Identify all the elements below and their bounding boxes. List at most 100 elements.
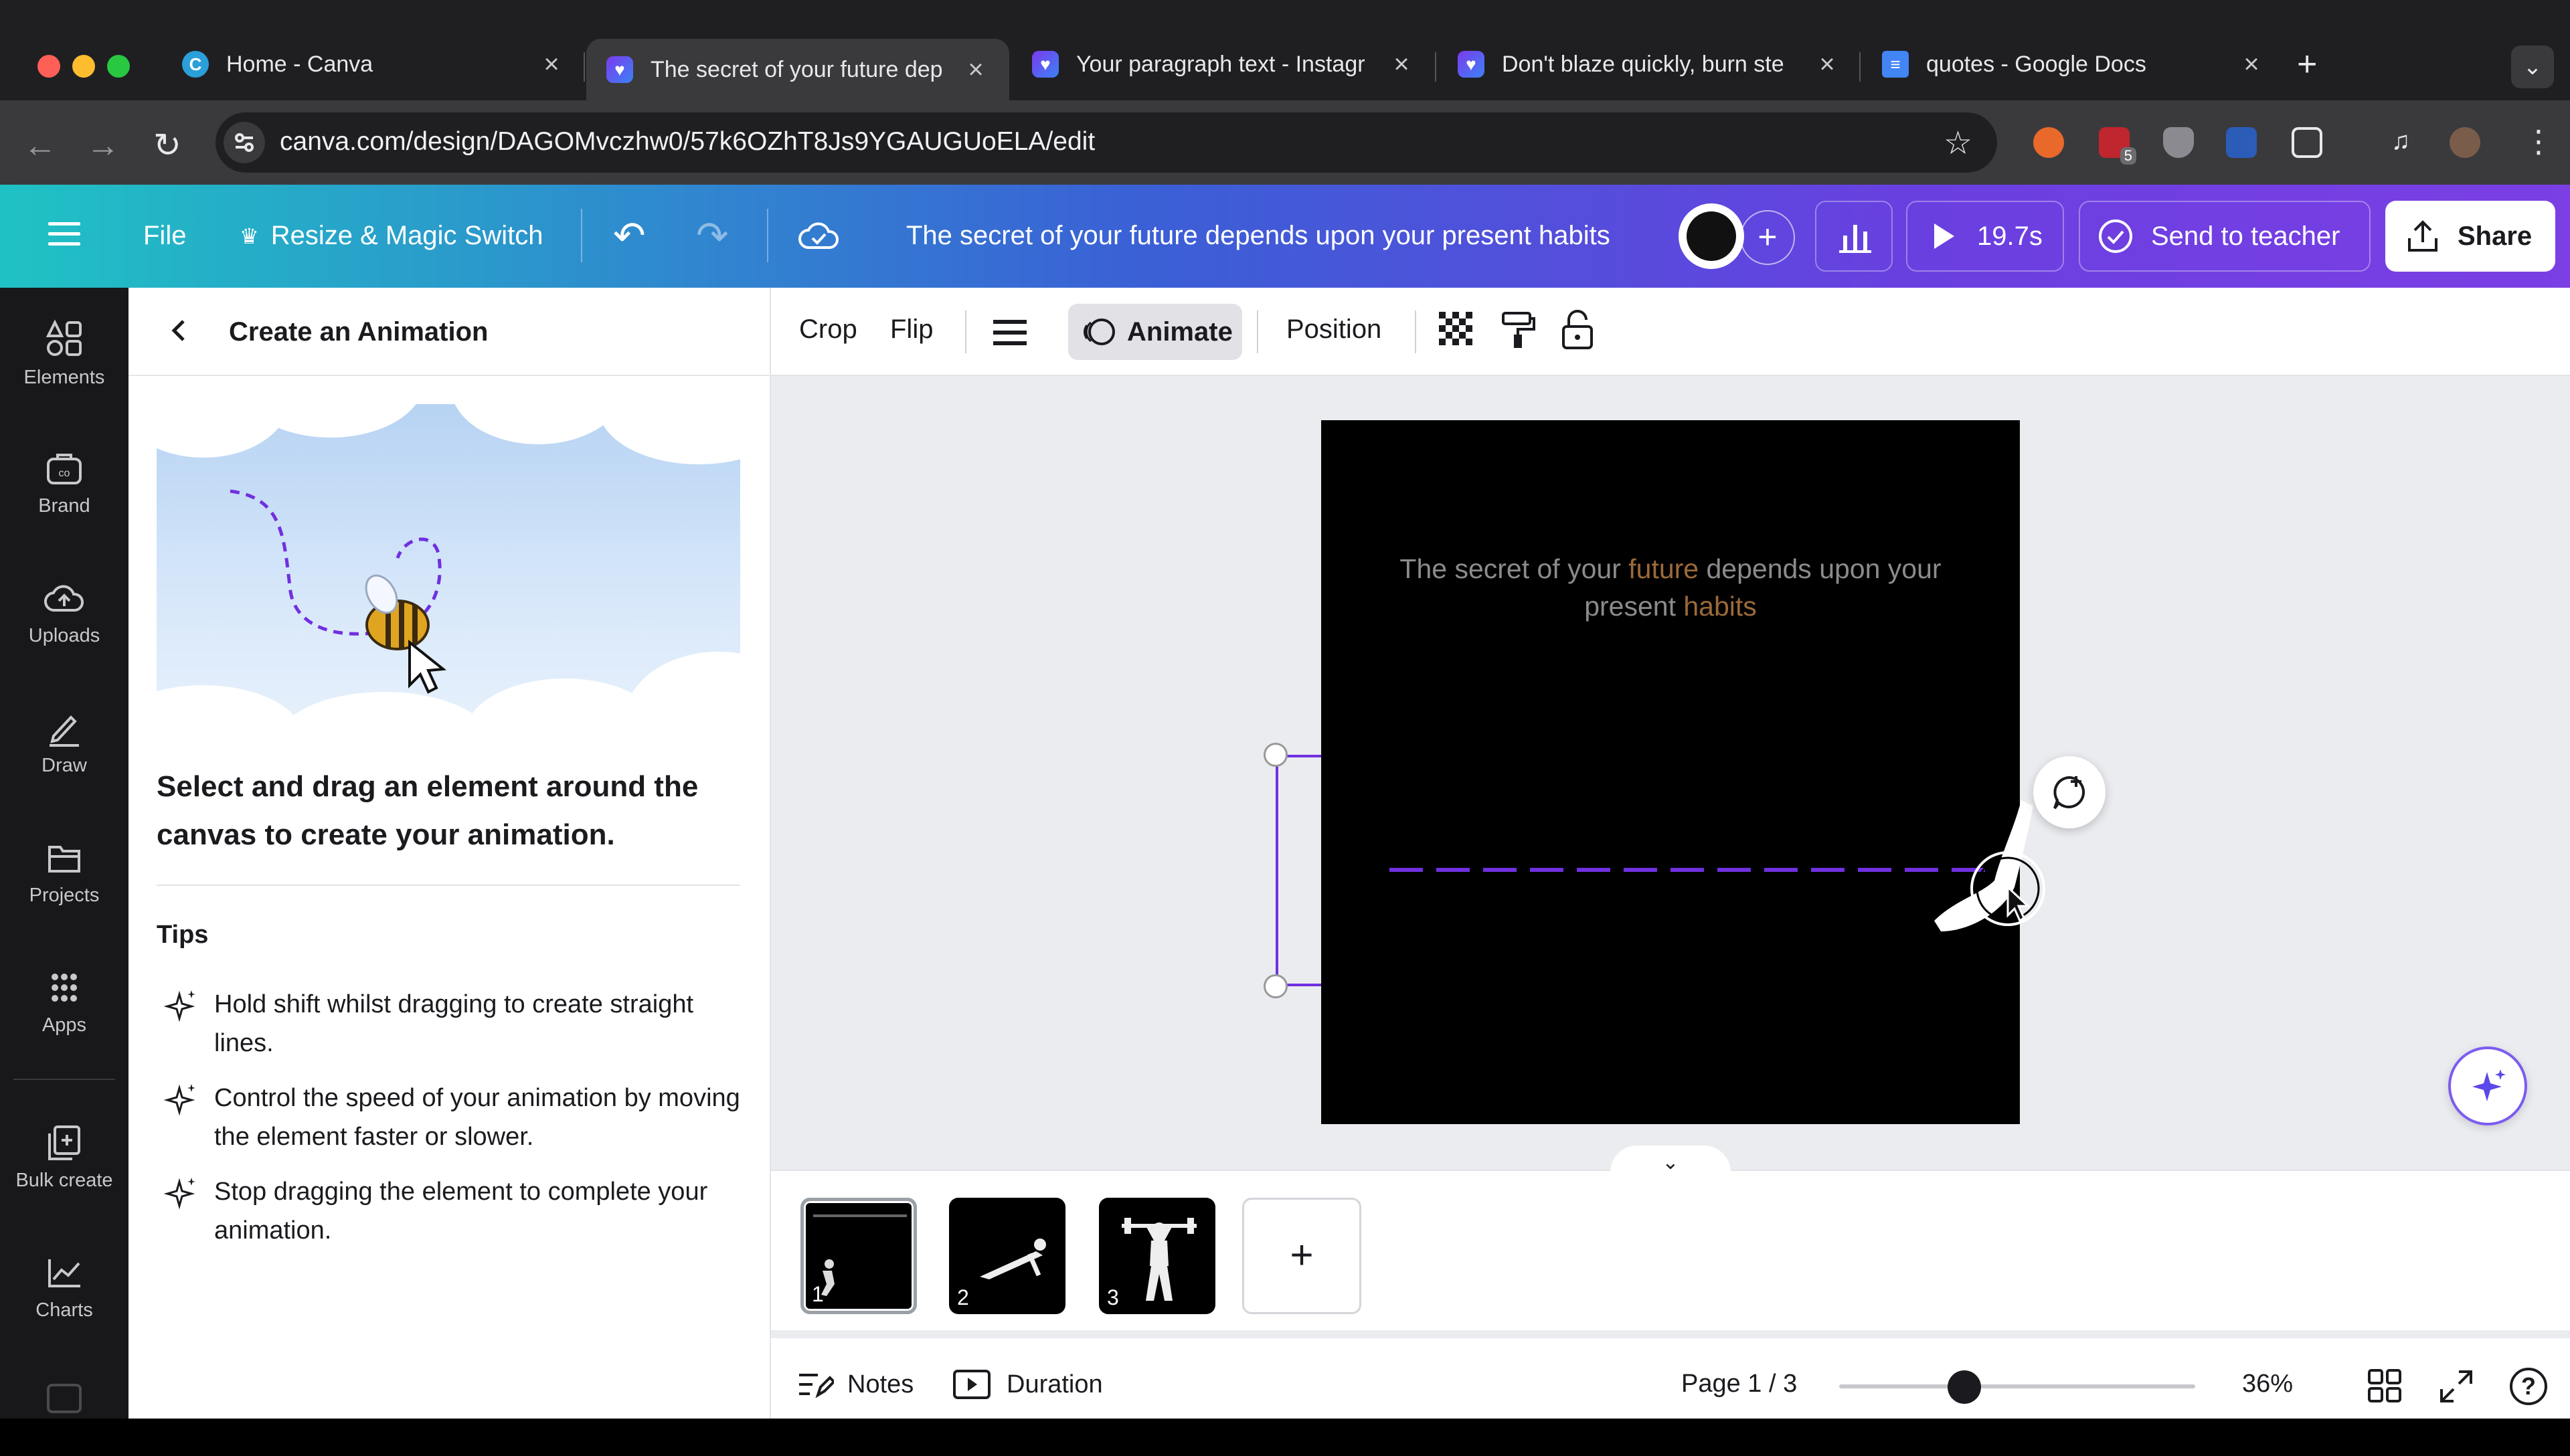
zoom-level[interactable]: 36% — [2242, 1370, 2293, 1398]
url-text[interactable]: canva.com/design/DAGOMvczhw0/57k6OZhT8Js… — [280, 127, 1095, 157]
rail-label: Brand — [38, 495, 90, 517]
send-to-teacher-label: Send to teacher — [2151, 221, 2340, 251]
screen-bottom-edge — [0, 1419, 2570, 1456]
help-icon[interactable]: ? — [2510, 1368, 2547, 1405]
browser-tab[interactable]: ♥ Your paragraph text - Instagr × — [1012, 39, 1435, 90]
resize-label: Resize & Magic Switch — [270, 221, 543, 250]
projects-icon — [48, 846, 80, 873]
heart-icon: ♥ — [1458, 51, 1484, 78]
rail-item-projects[interactable]: Projects — [0, 839, 128, 907]
grid-view-icon[interactable] — [2368, 1369, 2401, 1406]
collapse-pages-chevron-icon[interactable]: ⌄ — [1610, 1146, 1731, 1175]
site-info-icon[interactable] — [224, 122, 265, 163]
close-window-button[interactable] — [37, 55, 60, 78]
rail-item-uploads[interactable]: Uploads — [0, 579, 128, 647]
comment-button[interactable] — [2033, 756, 2106, 828]
flip-button[interactable]: Flip — [890, 314, 933, 345]
browser-tab[interactable]: C Home - Canva × — [162, 39, 585, 90]
browser-menu-icon[interactable]: ⋮ — [2523, 123, 2554, 159]
page-thumb-2[interactable]: 2 — [949, 1198, 1065, 1314]
close-tab-icon[interactable]: × — [1388, 50, 1415, 80]
rail-item-bulk-create[interactable]: Bulk create — [0, 1124, 128, 1192]
zoom-slider-thumb[interactable] — [1948, 1370, 1981, 1404]
add-collaborator-button[interactable]: + — [1740, 210, 1795, 265]
tip-text: Hold shift whilst dragging to create str… — [214, 990, 694, 1057]
transparency-icon[interactable] — [1439, 312, 1476, 353]
cloud-saved-icon[interactable] — [798, 218, 839, 255]
rail-item-charts[interactable]: Charts — [0, 1254, 128, 1322]
quote-text[interactable]: The secret of your future depends upon y… — [1332, 550, 2009, 625]
reload-icon[interactable]: ↻ — [147, 126, 187, 165]
quote-part: depends upon your — [1699, 553, 1942, 584]
check-circle-icon — [2099, 219, 2132, 253]
back-chevron-icon[interactable] — [165, 313, 191, 351]
animate-button[interactable]: Animate — [1068, 304, 1242, 360]
duration-button[interactable]: Duration — [953, 1370, 1103, 1399]
resize-handle[interactable] — [1264, 974, 1288, 998]
tab-search-chevron-icon[interactable]: ⌄ — [2511, 46, 2554, 88]
rail-item-brand[interactable]: co Brand — [0, 450, 128, 517]
file-menu[interactable]: File — [143, 221, 186, 251]
undo-icon[interactable]: ↶ — [613, 213, 646, 258]
redo-icon[interactable]: ↷ — [696, 213, 729, 258]
maximize-window-button[interactable] — [107, 55, 130, 78]
design-canvas[interactable] — [1321, 420, 2020, 1124]
rail-item-apps[interactable]: Apps — [0, 969, 128, 1036]
back-icon[interactable]: ← — [20, 126, 60, 165]
page-thumb-3[interactable]: 3 — [1099, 1198, 1215, 1314]
rail-more-icon[interactable] — [47, 1384, 82, 1413]
ublock-extension-icon[interactable]: 5 — [2099, 127, 2136, 165]
play-button[interactable]: 19.7s — [1906, 201, 2064, 272]
brand-icon: co — [47, 454, 82, 484]
extension-icon[interactable] — [2033, 127, 2064, 158]
uploads-icon — [44, 585, 84, 612]
browser-tab[interactable]: ♥ Don't blaze quickly, burn ste × — [1438, 39, 1861, 90]
collaborator-avatar[interactable] — [1679, 203, 1744, 269]
browser-tab-active[interactable]: ♥ The secret of your future dep × — [586, 39, 1009, 100]
rail-item-elements[interactable]: Elements — [0, 318, 128, 389]
lock-icon[interactable] — [1561, 309, 1594, 354]
new-tab-icon[interactable]: + — [2297, 44, 2317, 84]
zoom-slider-track[interactable] — [1839, 1384, 2195, 1388]
rail-item-draw[interactable]: Draw — [0, 709, 128, 777]
design-title[interactable]: The secret of your future depends upon y… — [906, 221, 1610, 251]
forward-icon[interactable]: → — [83, 126, 123, 165]
tab-divider — [1435, 52, 1436, 82]
resize-magic-switch-button[interactable]: ♛ Resize & Magic Switch — [240, 221, 543, 251]
profile-avatar[interactable] — [2450, 127, 2480, 158]
rail-label: Elements — [23, 367, 105, 388]
insights-button[interactable] — [1815, 201, 1893, 272]
header-divider — [581, 209, 582, 262]
shield-extension-icon[interactable] — [2163, 127, 2194, 158]
page-thumb-1[interactable]: 1 — [800, 1198, 917, 1314]
fullscreen-icon[interactable] — [2439, 1369, 2474, 1407]
toolbar-divider — [965, 310, 966, 353]
browser-tab[interactable]: ≡ quotes - Google Docs × — [1862, 39, 2285, 90]
share-button[interactable]: Share — [2385, 201, 2555, 272]
extensions-puzzle-icon[interactable] — [2292, 127, 2322, 158]
close-tab-icon[interactable]: × — [1814, 50, 1840, 80]
dragged-figure[interactable] — [1914, 800, 2061, 934]
page-indicator[interactable]: Page 1 / 3 — [1681, 1370, 1797, 1398]
minimize-window-button[interactable] — [72, 55, 95, 78]
share-label: Share — [2458, 221, 2533, 251]
close-tab-icon[interactable]: × — [538, 50, 565, 80]
notes-button[interactable]: Notes — [798, 1370, 914, 1399]
border-style-icon[interactable] — [993, 317, 1027, 351]
media-control-icon[interactable]: ♫ — [2385, 127, 2416, 158]
copy-style-icon[interactable] — [1499, 310, 1537, 354]
hamburger-menu-icon[interactable] — [48, 219, 80, 252]
close-tab-icon[interactable]: × — [962, 55, 989, 85]
send-to-teacher-button[interactable]: Send to teacher — [2079, 201, 2371, 272]
close-tab-icon[interactable]: × — [2238, 50, 2265, 80]
page-number: 3 — [1107, 1285, 1119, 1309]
flag-extension-icon[interactable] — [2226, 127, 2257, 158]
quote-highlight: habits — [1683, 591, 1757, 622]
resize-handle[interactable] — [1264, 743, 1288, 767]
animate-icon — [1084, 318, 1115, 345]
crop-button[interactable]: Crop — [799, 314, 857, 345]
bookmark-star-icon[interactable]: ☆ — [1944, 124, 1972, 162]
position-button[interactable]: Position — [1286, 314, 1381, 345]
magic-assistant-button[interactable] — [2448, 1046, 2527, 1125]
add-page-button[interactable]: + — [1242, 1198, 1361, 1314]
